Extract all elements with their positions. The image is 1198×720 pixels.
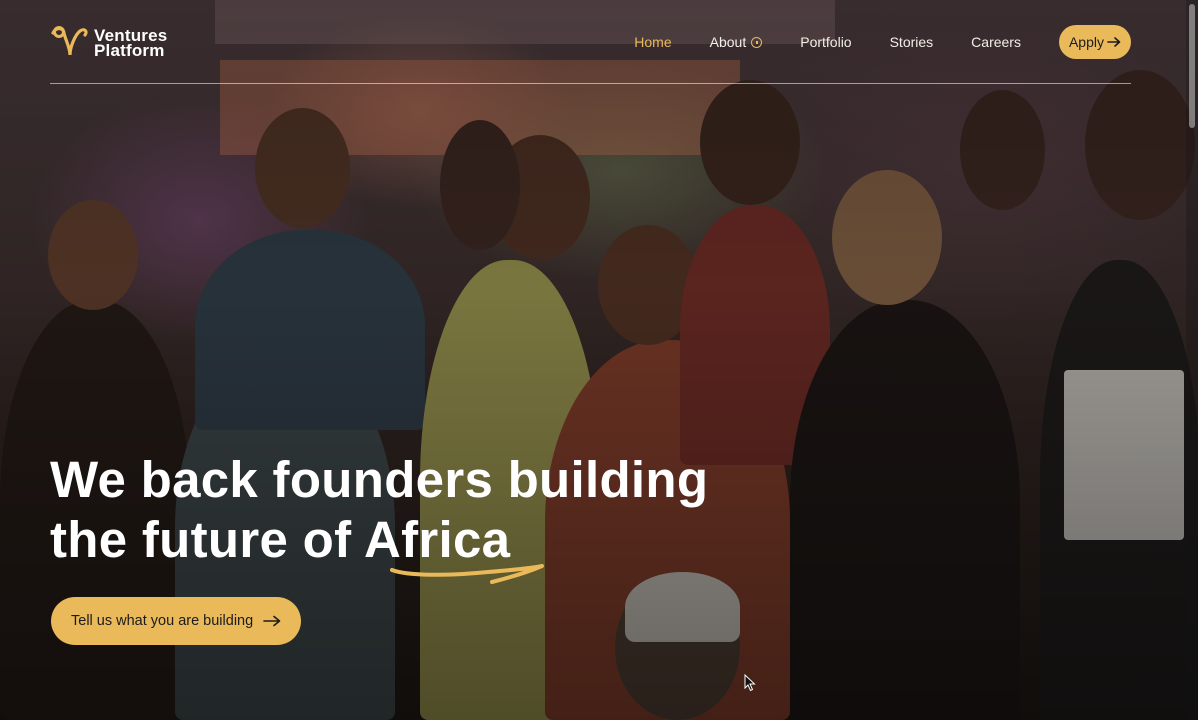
- site-header: Ventures Platform Home About Portfolio S…: [50, 0, 1131, 84]
- hero-headline-line1: We back founders building: [50, 451, 709, 508]
- tell-us-cta-button[interactable]: Tell us what you are building: [51, 597, 302, 645]
- nav-stories[interactable]: Stories: [890, 34, 934, 50]
- nav-about-label: About: [709, 34, 747, 50]
- hero-headline-prefix: the future of: [50, 511, 364, 568]
- mouse-cursor-icon: [744, 674, 756, 692]
- main-nav: Home About Portfolio Stories Careers App…: [596, 25, 1131, 59]
- ventures-platform-logo-icon: [51, 26, 88, 56]
- hero-headline-line2: the future of Africa: [50, 510, 708, 570]
- apply-button-label: Apply: [1068, 34, 1104, 50]
- hero-headline-highlight: Africa: [363, 511, 511, 568]
- highlight-underline-swoosh: [390, 564, 544, 584]
- arrow-right-icon: [263, 615, 281, 627]
- nav-portfolio[interactable]: Portfolio: [800, 34, 851, 50]
- info-icon: [751, 36, 763, 48]
- brand-name-line2: Platform: [94, 41, 165, 60]
- apply-button[interactable]: Apply: [1058, 25, 1131, 59]
- page: Ventures Platform Home About Portfolio S…: [0, 0, 1198, 720]
- scrollbar-thumb[interactable]: [1189, 4, 1195, 128]
- hero-headline: We back founders building the future of …: [50, 450, 708, 570]
- cta-button-label: Tell us what you are building: [71, 613, 254, 629]
- nav-about[interactable]: About: [710, 34, 763, 50]
- page-scrollbar[interactable]: [1186, 0, 1198, 720]
- nav-careers[interactable]: Careers: [971, 34, 1021, 50]
- brand-logo[interactable]: Ventures Platform: [50, 25, 167, 61]
- brand-name: Ventures Platform: [94, 27, 167, 60]
- nav-home[interactable]: Home: [634, 34, 671, 50]
- arrow-right-icon: [1107, 37, 1121, 47]
